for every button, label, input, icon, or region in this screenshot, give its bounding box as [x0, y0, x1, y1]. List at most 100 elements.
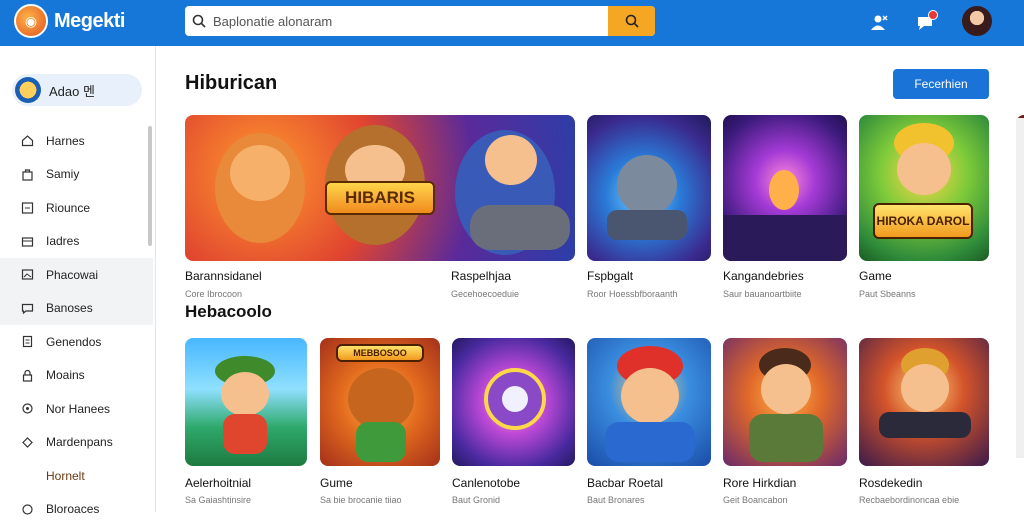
sidebar-item-label: Mardenpans [46, 435, 113, 449]
game-thumbnail[interactable] [723, 115, 847, 261]
brand-logo[interactable]: ◉ Megekti [14, 4, 125, 38]
search-button[interactable] [608, 6, 655, 36]
sidebar-item-2[interactable]: Riounce [0, 191, 153, 225]
game-title: Aelerhoitnial [185, 476, 251, 490]
game-thumbnail[interactable] [185, 338, 307, 466]
game-title: Canlenotobe [452, 476, 520, 490]
info-icon [20, 502, 34, 516]
add-user-icon[interactable] [864, 8, 894, 38]
search-bar [185, 6, 655, 36]
game-card[interactable]: Kangandebries Saur bauanoartbiite [723, 115, 847, 261]
calendar-icon [20, 201, 34, 215]
game-thumbnail[interactable] [859, 338, 989, 466]
game-thumbnail[interactable] [452, 338, 575, 466]
brand-name: Megekti [54, 10, 125, 33]
game-logo-text: HIROKA DAROL [873, 203, 973, 239]
sidebar-item-label: Banoses [46, 301, 93, 315]
game-title: Gume [320, 476, 353, 490]
game-logo-text: MEBBOSOO [336, 344, 424, 362]
game-subtitle: Baut Bronares [587, 495, 645, 505]
sidebar-item-label: Genendos [46, 335, 101, 349]
sidebar-item-label: Nor Hanees [46, 402, 110, 416]
sidebar-item-6[interactable]: Genendos [0, 325, 153, 359]
game-card[interactable]: Canlenotobe Baut Gronid [452, 338, 575, 466]
sidebar-item-8[interactable]: Nor Hanees [0, 392, 153, 426]
game-subtitle: Paut Sbeanns [859, 289, 916, 299]
game-card[interactable]: HIROKA DAROL Game Paut Sbeanns [859, 115, 989, 261]
settings-icon [20, 435, 34, 449]
sidebar-item-0[interactable]: Harnes [0, 124, 153, 158]
game-title: Raspelhjaa [451, 269, 511, 283]
game-card[interactable]: Bacbar Roetal Baut Bronares [587, 338, 711, 466]
notifications-icon[interactable] [910, 8, 940, 38]
game-subtitle: Gecehoecoeduie [451, 289, 519, 299]
home-icon [20, 134, 34, 148]
game-thumbnail[interactable]: MEBBOSOO [320, 338, 440, 466]
lock-icon [20, 368, 34, 382]
search-icon [185, 6, 213, 36]
game-card[interactable]: Rore Hirkdian Geit Boancabon [723, 338, 847, 466]
user-name: Adao 멘 [49, 81, 95, 100]
sidebar-item-5[interactable]: Banoses [0, 292, 153, 326]
location-icon [20, 402, 34, 416]
sidebar-item-label: Riounce [46, 201, 90, 215]
game-title: Rore Hirkdian [723, 476, 796, 490]
sidebar-item-label: Iadres [46, 234, 79, 248]
game-title: Fspbgalt [587, 269, 633, 283]
game-title: Barannsidanel [185, 269, 262, 283]
game-title: Game [859, 269, 892, 283]
game-logo-text: HIBARIS [325, 181, 435, 215]
sidebar: Adao 멘 Harnes Samiy Riounce Iadres Phaco… [0, 46, 156, 512]
game-subtitle: Baut Gronid [452, 495, 500, 505]
bag-icon [20, 167, 34, 181]
sidebar-item-3[interactable]: Iadres [0, 225, 153, 259]
primary-action-button[interactable]: Fecerhien [893, 69, 989, 99]
game-subtitle: Roor Hoessbfboraanth [587, 289, 678, 299]
game-thumbnail[interactable] [587, 338, 711, 466]
section-title: Hiburican [185, 72, 277, 95]
game-thumbnail[interactable]: HIBARIS [185, 115, 575, 261]
game-thumbnail[interactable]: HIROKA DAROL [859, 115, 989, 261]
sidebar-nav: Harnes Samiy Riounce Iadres Phacowai Ban… [0, 124, 153, 526]
game-card-featured[interactable]: HIBARIS Barannsidanel Core Ibrocoon Rasp… [185, 115, 575, 261]
top-bar: ◉ Megekti [0, 0, 1024, 46]
game-card[interactable]: MEBBOSOO Gume Sa bie brocanie tiiao [320, 338, 440, 466]
game-card[interactable]: Rosdekedin Recbaebordinoncaa ebie [859, 338, 989, 466]
game-subtitle: Saur bauanoartbiite [723, 289, 802, 299]
user-profile-pill[interactable]: Adao 멘 [12, 74, 142, 106]
notification-badge [928, 10, 938, 20]
game-title: Rosdekedin [859, 476, 922, 490]
game-card[interactable]: Aelerhoitnial Sa Gaiashtinsire [185, 338, 307, 466]
sidebar-item-label: Bloroaces [46, 502, 99, 516]
search-input[interactable] [213, 14, 608, 29]
game-thumbnail[interactable] [723, 338, 847, 466]
sidebar-item-1[interactable]: Samiy [0, 158, 153, 192]
doc-icon [20, 335, 34, 349]
game-subtitle: Sa Gaiashtinsire [185, 495, 251, 505]
sidebar-item-11[interactable]: Bloroaces [0, 493, 153, 526]
sidebar-item-label: Phacowai [46, 268, 98, 282]
sidebar-item-label: Harnes [46, 134, 85, 148]
sidebar-item-10[interactable]: Hornelt [0, 459, 153, 493]
game-subtitle: Core Ibrocoon [185, 289, 242, 299]
picture-icon [20, 268, 34, 282]
main-content: Hiburican Fecerhien HIBARIS Barannsidane… [156, 46, 1024, 512]
game-subtitle: Sa bie brocanie tiiao [320, 495, 402, 505]
logo-badge-icon: ◉ [14, 4, 48, 38]
game-title: Bacbar Roetal [587, 476, 663, 490]
sidebar-item-label: Moains [46, 368, 85, 382]
game-subtitle: Recbaebordinoncaa ebie [859, 495, 959, 505]
page-scrollbar[interactable] [1016, 118, 1024, 458]
sidebar-item-9[interactable]: Mardenpans [0, 426, 153, 460]
sidebar-item-label: Hornelt [46, 469, 85, 483]
sidebar-item-7[interactable]: Moains [0, 359, 153, 393]
user-avatar [15, 77, 41, 103]
sidebar-item-4[interactable]: Phacowai [0, 258, 153, 292]
sidebar-item-label: Samiy [46, 167, 79, 181]
game-thumbnail[interactable] [587, 115, 711, 261]
game-title: Kangandebries [723, 269, 804, 283]
search-button-icon [625, 14, 639, 28]
subsection-title: Hebacoolo [185, 302, 272, 322]
game-card[interactable]: Fspbgalt Roor Hoessbfboraanth [587, 115, 711, 261]
profile-avatar[interactable] [960, 4, 994, 38]
